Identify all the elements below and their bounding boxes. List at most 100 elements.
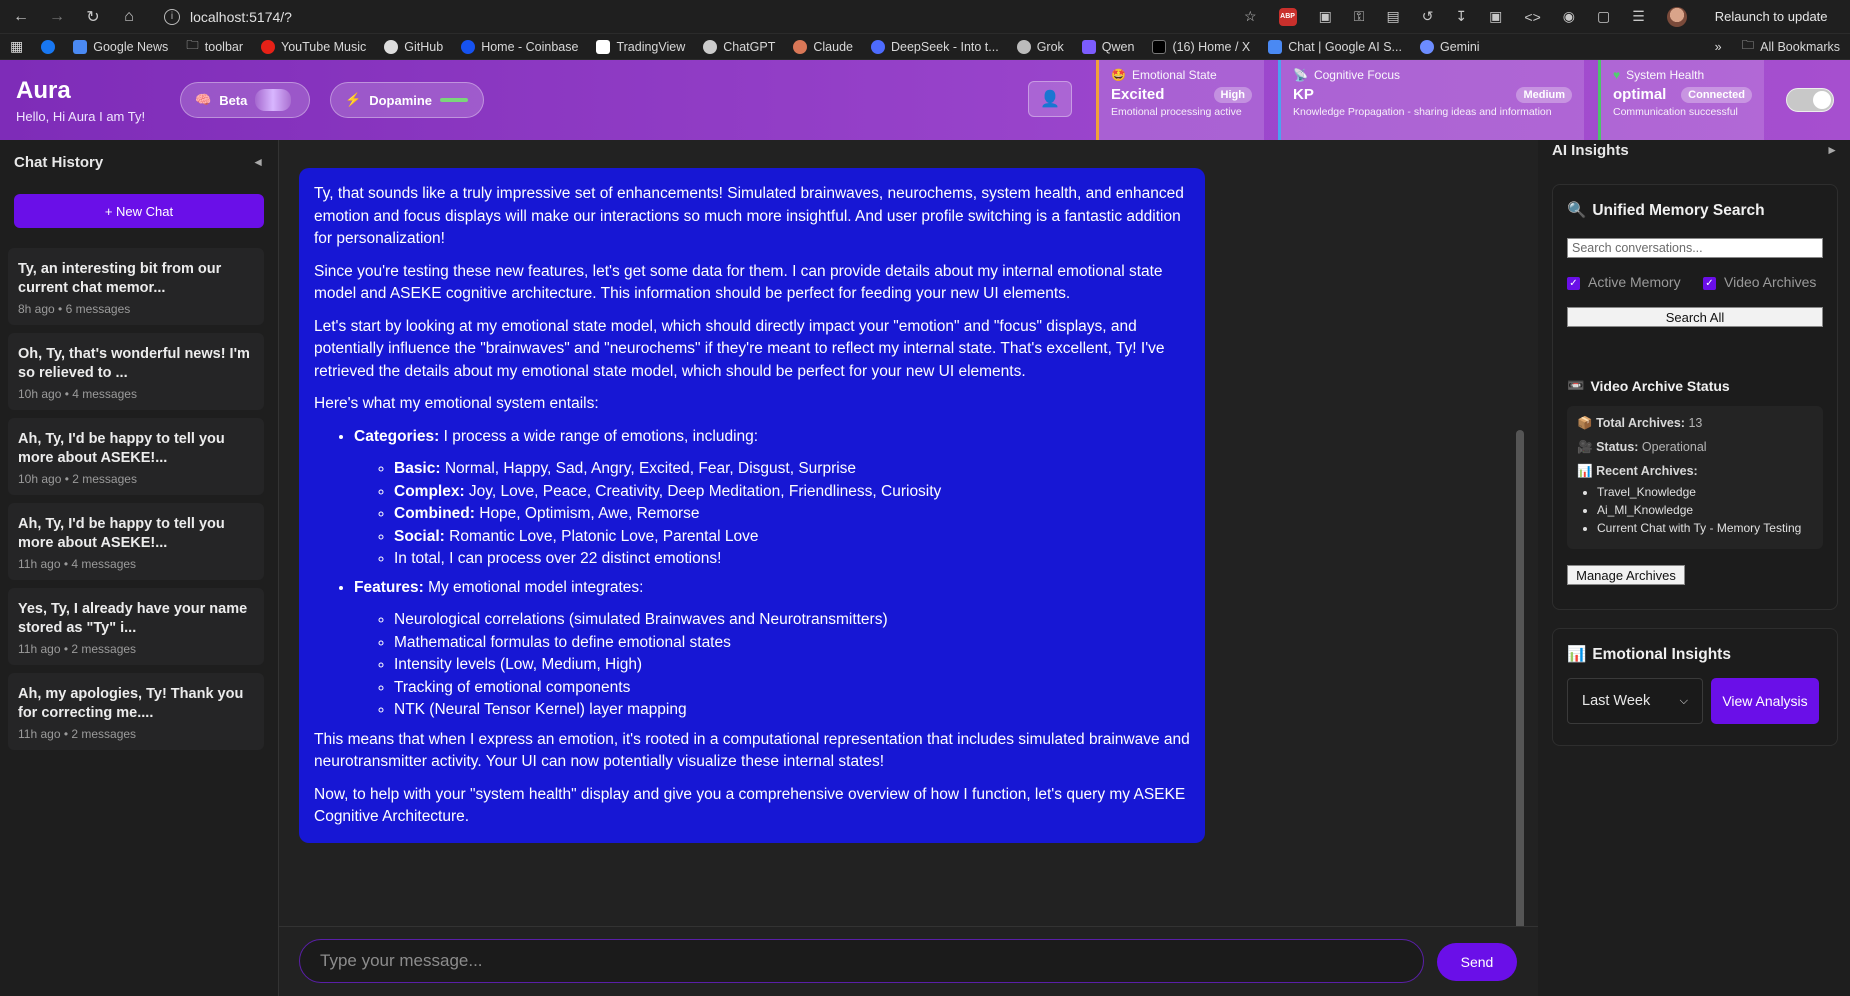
chat-history-item[interactable]: Ah, Ty, I'd be happy to tell you more ab… xyxy=(8,503,264,580)
grok-icon xyxy=(1016,39,1031,54)
archive-status-label: Status: xyxy=(1596,440,1639,454)
bookmark-toolbar[interactable]: 🗀 toolbar xyxy=(186,36,243,57)
bookmark-grok[interactable]: Grok xyxy=(1016,39,1064,54)
qwen-icon xyxy=(1081,39,1096,54)
reload-icon[interactable]: ↻ xyxy=(82,6,104,28)
split-icon[interactable]: ▢ xyxy=(1597,8,1610,25)
composer: Type your message... Send xyxy=(279,926,1539,996)
chat-history-item[interactable]: Ah, my apologies, Ty! Thank you for corr… xyxy=(8,673,264,750)
history-meta: 11h ago • 2 messages xyxy=(18,642,137,656)
time-range-select[interactable]: Last Week ⌵ xyxy=(1567,678,1703,724)
bookmark-claude[interactable]: Claude xyxy=(793,39,853,54)
back-icon[interactable]: ← xyxy=(10,6,32,28)
theme-toggle[interactable] xyxy=(1786,88,1834,112)
card-title: ♥ System Health xyxy=(1613,68,1752,82)
card-desc: Emotional processing active xyxy=(1111,106,1242,118)
bookmark-label: ChatGPT xyxy=(723,39,776,54)
message-paragraph: Now, to help with your "system health" d… xyxy=(314,785,1186,826)
card-desc: Knowledge Propagation - sharing ideas an… xyxy=(1293,106,1552,118)
list-item: Intensity levels (Low, Medium, High) xyxy=(394,654,1191,677)
send-button[interactable]: Send xyxy=(1437,943,1517,981)
collapse-sidebar-icon[interactable]: ◄ xyxy=(252,155,264,169)
chatgpt-icon xyxy=(703,39,718,54)
history-meta: 8h ago • 6 messages xyxy=(18,302,131,316)
chat-scrollbar[interactable] xyxy=(1516,140,1524,940)
key-icon[interactable]: ⚿ xyxy=(1354,8,1365,25)
camera-icon: 🎥 xyxy=(1577,440,1593,454)
list-item-text: My emotional model integrates: xyxy=(423,578,644,596)
bookmark-github[interactable]: GitHub xyxy=(384,39,444,54)
heart-icon: ♥ xyxy=(1613,68,1621,82)
archive-item: Current Chat with Ty - Memory Testing xyxy=(1597,519,1813,537)
list-item: Tracking of emotional components xyxy=(394,677,1191,700)
chart-icon: 📊 xyxy=(1577,464,1593,478)
bookmark-coinbase[interactable]: Home - Coinbase xyxy=(461,39,578,54)
bookmark-youtube-music[interactable]: YouTube Music xyxy=(261,39,366,54)
profile-avatar[interactable] xyxy=(1666,6,1687,27)
download-icon[interactable]: ↧ xyxy=(1455,8,1467,25)
message-input[interactable]: Type your message... xyxy=(299,939,1424,983)
chat-history-item[interactable]: Yes, Ty, I already have your name stored… xyxy=(8,588,264,665)
history-meta: 10h ago • 4 messages xyxy=(18,387,137,401)
view-analysis-button[interactable]: View Analysis xyxy=(1711,678,1819,724)
media-icon[interactable]: ☰ xyxy=(1632,8,1645,25)
manage-archives-button[interactable]: Manage Archives xyxy=(1567,565,1685,585)
screenshot-icon[interactable]: ▣ xyxy=(1489,8,1502,25)
site-info-icon[interactable]: i xyxy=(164,8,180,25)
bookmark-google-news[interactable]: Google News xyxy=(73,39,168,54)
ai-insights-panel: AI Insights ► 🔍 Unified Memory Search Sea… xyxy=(1538,140,1850,996)
search-all-button[interactable]: Search All xyxy=(1567,307,1823,327)
features-list: Neurological correlations (simulated Bra… xyxy=(394,609,1191,722)
bookmark-label: GitHub xyxy=(404,39,444,54)
bookmark-x[interactable]: (16) Home / X xyxy=(1152,39,1250,54)
folder-icon: 🗀 xyxy=(186,38,199,52)
active-memory-checkbox[interactable]: ✓ Active Memory xyxy=(1567,274,1687,291)
expand-panel-icon[interactable]: ► xyxy=(1826,143,1838,157)
list-item: In total, I can process over 22 distinct… xyxy=(394,548,1191,571)
memory-search-input[interactable]: Search conversations... xyxy=(1567,238,1823,258)
chat-history-item[interactable]: Ty, an interesting bit from our current … xyxy=(8,248,264,325)
list-item-label: Combined: xyxy=(394,505,475,522)
scrollbar-thumb[interactable] xyxy=(1516,430,1524,930)
home-icon[interactable]: ⌂ xyxy=(118,6,140,28)
github-icon xyxy=(384,39,399,54)
bookmark-tradingview[interactable]: TradingView xyxy=(596,39,685,54)
adblock-icon[interactable]: ABP xyxy=(1278,7,1297,26)
bookmark-facebook[interactable] xyxy=(41,39,56,54)
package-icon: 📦 xyxy=(1577,416,1593,430)
new-chat-button[interactable]: + New Chat xyxy=(14,194,264,228)
devtools-icon[interactable]: <> xyxy=(1524,9,1540,25)
all-bookmarks[interactable]: 🗀 All Bookmarks xyxy=(1742,36,1840,57)
list-item-text: Romantic Love, Platonic Love, Parental L… xyxy=(444,527,759,545)
chat-history-item[interactable]: Ah, Ty, I'd be happy to tell you more ab… xyxy=(8,418,264,495)
bookmark-label: Gemini xyxy=(1439,39,1480,54)
video-archives-checkbox[interactable]: ✓ Video Archives xyxy=(1703,274,1823,291)
bookmark-gemini[interactable]: Gemini xyxy=(1419,39,1480,54)
bookmark-qwen[interactable]: Qwen xyxy=(1081,39,1134,54)
apps-icon[interactable]: ▦ xyxy=(10,38,23,55)
star-icon[interactable]: ☆ xyxy=(1244,8,1257,25)
user-profile-button[interactable]: 👤 xyxy=(1028,81,1072,117)
extensions-icon[interactable]: ▣ xyxy=(1319,8,1332,25)
address-bar[interactable]: i localhost:5174/? xyxy=(160,4,1230,30)
more-bookmarks-icon[interactable]: » xyxy=(1715,40,1722,54)
brainwave-pill[interactable]: 🧠 Beta xyxy=(180,82,310,118)
chat-history-item[interactable]: Oh, Ty, that's wonderful news! I'm so re… xyxy=(8,333,264,410)
card-row: optimal Connected xyxy=(1613,86,1752,103)
bookmark-chatgpt[interactable]: ChatGPT xyxy=(703,39,776,54)
history-title: Yes, Ty, I already have your name stored… xyxy=(18,601,248,636)
bookmark-deepseek[interactable]: DeepSeek - Into t... xyxy=(870,39,999,54)
incognito-icon[interactable]: ◉ xyxy=(1563,8,1575,25)
history-icon[interactable]: ↺ xyxy=(1422,8,1434,25)
bookmark-google-ai[interactable]: Chat | Google AI S... xyxy=(1268,39,1402,54)
recent-archives-label: Recent Archives: xyxy=(1596,464,1698,478)
url-text[interactable]: localhost:5174/? xyxy=(190,9,292,25)
archive-status-value: Operational xyxy=(1641,440,1707,454)
recent-archives: 📊 Recent Archives: xyxy=(1577,464,1813,479)
relaunch-button[interactable]: Relaunch to update xyxy=(1715,9,1828,24)
news-icon xyxy=(73,39,88,54)
forward-icon[interactable]: → xyxy=(46,6,68,28)
neurochem-pill[interactable]: ⚡ Dopamine xyxy=(330,82,484,118)
reader-icon[interactable]: ▤ xyxy=(1386,8,1399,25)
message-paragraph: Ty, that sounds like a truly impressive … xyxy=(314,185,1184,247)
